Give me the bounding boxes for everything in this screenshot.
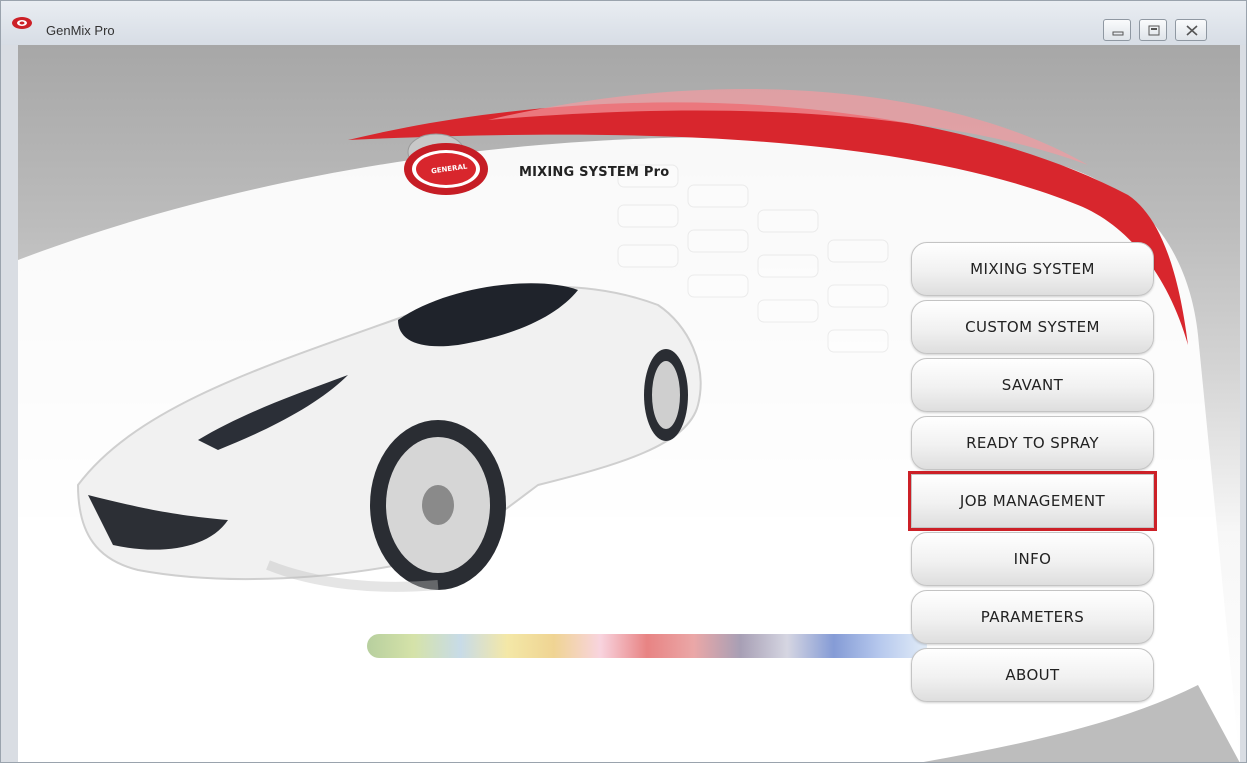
savant-button[interactable]: SAVANT xyxy=(911,358,1154,412)
ready-to-spray-button[interactable]: READY TO SPRAY xyxy=(911,416,1154,470)
parameters-button[interactable]: PARAMETERS xyxy=(911,590,1154,644)
close-button[interactable] xyxy=(1175,19,1207,41)
color-strip xyxy=(367,634,927,658)
maximize-button[interactable] xyxy=(1139,19,1167,41)
about-button[interactable]: ABOUT xyxy=(911,648,1154,702)
custom-system-button[interactable]: CUSTOM SYSTEM xyxy=(911,300,1154,354)
info-button[interactable]: INFO xyxy=(911,532,1154,586)
minimize-button[interactable] xyxy=(1103,19,1131,41)
title-bar: GenMix Pro xyxy=(1,1,1246,45)
maximize-icon xyxy=(1148,25,1160,36)
app-logo-icon xyxy=(12,17,32,29)
close-icon xyxy=(1186,25,1198,36)
job-management-button[interactable]: JOB MANAGEMENT xyxy=(908,471,1157,531)
window-title: GenMix Pro xyxy=(46,23,115,38)
app-window: GenMix Pro GENERAL MIXING SYSTEM Pro MIX… xyxy=(0,0,1247,763)
minimize-icon xyxy=(1112,31,1124,36)
mixing-system-button[interactable]: MIXING SYSTEM xyxy=(911,242,1154,296)
main-panel: GENERAL MIXING SYSTEM Pro MIXING SYSTEM … xyxy=(18,45,1240,762)
logo-title: MIXING SYSTEM Pro xyxy=(519,165,670,180)
main-menu: MIXING SYSTEM CUSTOM SYSTEM SAVANT READY… xyxy=(908,242,1157,706)
